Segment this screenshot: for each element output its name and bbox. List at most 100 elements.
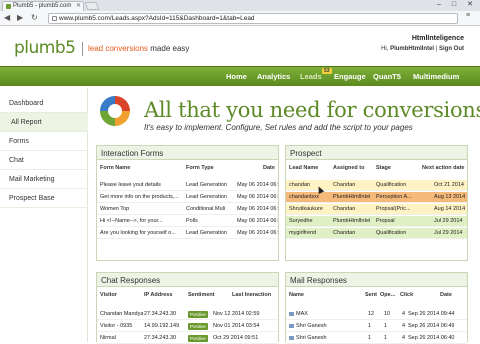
lead-name: chandan (289, 182, 311, 188)
forward-icon[interactable]: ▶ (17, 13, 23, 23)
mail-name: Shri Ganesh (289, 323, 359, 329)
sidebar-item-mail-marketing[interactable]: Mail Marketing (0, 170, 88, 189)
assigned-to: PlumbHtmlIntel (333, 218, 371, 224)
close-window-icon[interactable]: ✕ (462, 0, 478, 10)
sidebar-item-prospect-base[interactable]: Prospect Base (0, 189, 88, 208)
mail-date: Sep 26 2014 06:49 (408, 323, 455, 329)
sidebar-item-forms[interactable]: Forms (0, 132, 88, 151)
table-row[interactable]: Shri Ganesh 1 1 4 Sep 26 2014 06:49 (286, 321, 467, 332)
column-header[interactable]: IP Address (144, 292, 172, 298)
new-tab-button[interactable] (84, 2, 100, 10)
stage: Qualification (376, 230, 407, 236)
table-row[interactable]: Are you looking for yourself o... Lead G… (97, 228, 278, 239)
form-date: May 06 2014 06: (237, 182, 278, 188)
column-header[interactable]: Date (263, 165, 275, 171)
table-row[interactable]: Hi <!--Name-->, for your... Polls May 06… (97, 216, 278, 227)
url-input[interactable]: www.plumb5.com/Leads.aspx?AdsId=115&Dash… (48, 13, 458, 24)
column-header[interactable]: Sent (365, 292, 377, 298)
user-greeting: Hi, (381, 46, 391, 52)
maximize-icon[interactable]: □ (447, 0, 461, 10)
tagline-rest: made easy (148, 44, 190, 53)
click-count: 4 (402, 335, 406, 341)
table-row[interactable]: chandan Chandan Qualification Oct 21 201… (286, 180, 467, 191)
table-row[interactable]: MAX 12 10 4 Sep 26 2014 09:44 (286, 309, 467, 320)
column-header[interactable]: Assigned to (333, 165, 364, 171)
form-type: Lead Generation (186, 194, 227, 200)
nav-multimedium[interactable]: Multimedium (413, 72, 459, 81)
url-text: www.plumb5.com/Leads.aspx?AdsId=115&Dash… (59, 15, 255, 22)
mail-date: Sep 26 2014 06:40 (408, 335, 455, 341)
nav-leads[interactable]: Leads (300, 72, 322, 81)
table-row[interactable]: mygirlfrend Chandan Qualification Jul 29… (286, 228, 467, 239)
mail-icon (289, 335, 294, 340)
menu-icon[interactable]: ≡ (466, 12, 474, 19)
back-icon[interactable]: ◀ (4, 13, 10, 23)
sentiment-label: Positive (188, 311, 208, 318)
table-row[interactable]: Women Top Conditional Muli May 06 2014 0… (97, 204, 278, 215)
column-header[interactable]: Next action date (422, 165, 464, 171)
visitor: Chandan Mandya (100, 311, 143, 317)
open-count: 1 (384, 335, 388, 341)
mail-name-text: Shri Ganesh (296, 335, 327, 341)
next-action-date: Jul 29 2014 (434, 230, 463, 236)
column-header[interactable]: Ope... (380, 292, 395, 298)
page-icon (52, 16, 57, 21)
nav-quant5[interactable]: QuanT5 (373, 72, 401, 81)
column-header[interactable]: Name (289, 292, 304, 298)
column-header[interactable]: Visitor (100, 292, 117, 298)
last-interaction: Oct 29 2014 09:51 (213, 335, 259, 341)
reload-icon[interactable]: ↻ (31, 13, 38, 23)
minimize-icon[interactable]: – (432, 0, 446, 10)
sentiment-label: Positive (188, 335, 208, 342)
browser-tab-strip: Plumb5 - plumb5.com ✕ – □ ✕ (0, 0, 480, 11)
browser-tab[interactable]: Plumb5 - plumb5.com ✕ (2, 1, 84, 11)
visitor: Visitor - 0935 (100, 323, 133, 329)
column-header[interactable]: Sentiment (188, 292, 215, 298)
mail-name: MAX (289, 311, 359, 317)
column-header[interactable]: Date (440, 292, 452, 298)
logo[interactable]: plumb5 (14, 38, 76, 58)
mail-icon (289, 323, 294, 328)
column-header[interactable]: Click (400, 292, 413, 298)
table-row[interactable]: Chandan Mandya 27.34.243.30 Positive Nov… (97, 309, 278, 320)
leads-count-badge: 53 (322, 68, 332, 74)
table-row[interactable]: Please leave yout details Lead Generatio… (97, 180, 278, 191)
sentiment-badge: Positive (188, 323, 208, 330)
form-type: Polls (186, 218, 198, 224)
table-row[interactable]: Shri Ganesh 1 1 4 Sep 26 2014 06:40 (286, 333, 467, 344)
nav-analytics[interactable]: Analytics (257, 72, 290, 81)
form-date: May 06 2014 06: (237, 230, 278, 236)
interaction-forms-panel: Interaction Forms Form Name Form Type Da… (96, 145, 279, 261)
table-row[interactable]: Nirmal 27.34.243.30 Positive Oct 29 2014… (97, 333, 278, 344)
close-tab-icon[interactable]: ✕ (76, 2, 81, 9)
lead-name: Shrutikaukure (289, 206, 323, 212)
sidebar-item-all-report[interactable]: All Report (0, 113, 88, 132)
sidebar-item-chat[interactable]: Chat (0, 151, 88, 170)
visitor: Nirmal (100, 335, 116, 341)
form-date: May 06 2014 06: (237, 194, 278, 200)
table-row[interactable]: Visitor - 0935 14.99.192.149 Positive No… (97, 321, 278, 332)
stage: Qualification (376, 182, 407, 188)
address-toolbar: ◀ ▶ ↻ www.plumb5.com/Leads.aspx?AdsId=11… (0, 11, 480, 26)
click-count: 4 (402, 311, 406, 317)
table-row[interactable]: Shrutikaukure Chandan Propsal(Pric... Au… (286, 204, 467, 215)
sidebar-item-dashboard[interactable]: Dashboard (0, 94, 88, 113)
table-row[interactable]: Get more info on the products,... Lead G… (97, 192, 278, 203)
click-count: 4 (402, 323, 406, 329)
column-header[interactable]: Last Ineraction (232, 292, 271, 298)
nav-home[interactable]: Home (226, 72, 247, 81)
table-row[interactable]: chandanbox PlumbHtmlIntel Perception A..… (286, 192, 467, 203)
prospect-panel: Prospect Lead Name Assigned to Stage Nex… (285, 145, 468, 261)
sidebar: Dashboard All Report Forms Chat Mail Mar… (0, 88, 88, 342)
column-header[interactable]: Form Type (186, 165, 214, 171)
column-header[interactable]: Lead Name (289, 165, 318, 171)
form-name: Please leave yout details (100, 182, 161, 188)
lead-name: mygirlfrend (289, 230, 317, 236)
nav-engauge[interactable]: Engauge (334, 72, 366, 81)
column-header[interactable]: Form Name (100, 165, 130, 171)
sent-count: 1 (368, 323, 372, 329)
user-name: HtmlInteligence (411, 35, 464, 42)
column-header[interactable]: Stage (376, 165, 391, 171)
signout-link[interactable]: Sign Out (439, 46, 464, 52)
table-row[interactable]: Suryedhe PlumbHtmlIntel Propsal Jul 29 2… (286, 216, 467, 227)
